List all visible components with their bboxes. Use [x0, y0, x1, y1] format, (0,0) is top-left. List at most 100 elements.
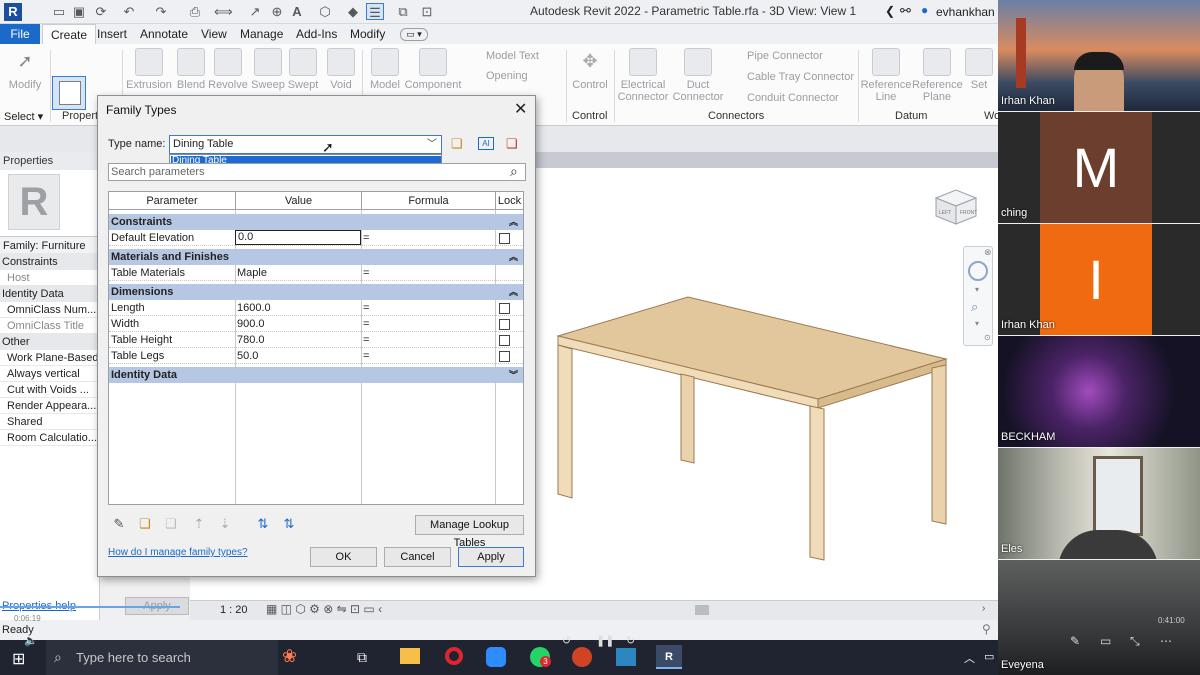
more-icon[interactable]: ⋯: [1160, 634, 1172, 648]
default-3d-icon[interactable]: ⬡: [316, 3, 334, 20]
param-value[interactable]: 780.0: [237, 332, 265, 348]
column-formula[interactable]: Formula: [361, 192, 495, 210]
dimension-icon[interactable]: ↗: [246, 3, 264, 20]
chevron-down-icon[interactable]: ▾: [975, 319, 979, 328]
control-button[interactable]: ✥ Control: [570, 48, 610, 91]
properties-button[interactable]: [52, 76, 86, 110]
zoom-app-icon[interactable]: [486, 647, 506, 667]
param-formula[interactable]: =: [363, 348, 369, 364]
captions-icon[interactable]: ▭: [1100, 634, 1111, 648]
blend-button[interactable]: Blend: [174, 48, 208, 91]
windows-start-icon[interactable]: ⊞: [12, 649, 25, 669]
chevron-down-icon[interactable]: ▾: [975, 285, 979, 294]
swept-blend-button[interactable]: Swept: [286, 48, 320, 91]
pen-icon[interactable]: ✎: [1070, 634, 1080, 648]
forward-icon[interactable]: ↻: [626, 634, 635, 647]
sweep-button[interactable]: Sweep: [250, 48, 286, 91]
help-link[interactable]: How do I manage family types?: [108, 547, 248, 558]
user-icon[interactable]: ●: [921, 3, 928, 17]
tray-chevron-up-icon[interactable]: ︿: [964, 650, 975, 666]
param-row[interactable]: Table Height 780.0 =: [109, 332, 523, 348]
sort-descending-icon[interactable]: ⇅: [280, 516, 298, 534]
column-parameter[interactable]: Parameter: [109, 192, 235, 210]
property-always-vertical[interactable]: Always vertical: [0, 366, 99, 382]
select-dropdown[interactable]: Select ▾: [4, 110, 43, 123]
lock-checkbox[interactable]: [499, 233, 510, 244]
lock-checkbox[interactable]: [499, 319, 510, 330]
property-host[interactable]: Host: [0, 270, 99, 286]
steering-wheel-icon[interactable]: [968, 261, 988, 281]
tab-insert[interactable]: Insert: [89, 24, 135, 44]
modify-button[interactable]: ➚ Modify: [4, 48, 46, 91]
property-omniclass-title[interactable]: OmniClass Title: [0, 318, 99, 334]
property-work-plane-based[interactable]: Work Plane-Based: [0, 350, 99, 366]
pause-icon[interactable]: ❚❚: [596, 634, 614, 647]
close-hidden-icon[interactable]: ⧉: [394, 3, 412, 20]
close-icon[interactable]: ✕: [514, 99, 527, 119]
participant-tile[interactable]: BECKHAM: [998, 336, 1200, 447]
network-icon[interactable]: ▭: [984, 650, 994, 663]
taskbar-search-input[interactable]: Type here to search: [46, 640, 278, 675]
opera-icon[interactable]: [445, 647, 463, 665]
tab-view[interactable]: View: [193, 24, 235, 44]
revit-taskbar-icon[interactable]: R: [656, 645, 682, 669]
ok-button[interactable]: OK: [310, 547, 377, 567]
section-icon[interactable]: ◆: [344, 3, 362, 20]
thin-lines-icon[interactable]: ☰: [366, 3, 384, 20]
task-view-icon[interactable]: ⧉: [357, 649, 367, 666]
scroll-right-icon[interactable]: ›: [982, 603, 985, 614]
collapse-icon[interactable]: ︽: [509, 249, 518, 265]
group-identity-data[interactable]: Identity Data: [0, 286, 99, 302]
participant-tile[interactable]: M ching: [998, 112, 1200, 223]
volume-icon[interactable]: 🔈: [24, 634, 38, 647]
opening-button[interactable]: Opening: [486, 70, 528, 82]
search-parameters-input[interactable]: Search parameters: [108, 163, 526, 181]
move-up-icon[interactable]: ⇡: [190, 516, 208, 534]
property-cut-with-voids[interactable]: Cut with Voids ...: [0, 382, 99, 398]
column-value[interactable]: Value: [235, 192, 361, 210]
binoculars-icon[interactable]: ⚯: [900, 3, 911, 19]
horizontal-scrollbar-thumb[interactable]: [695, 605, 709, 615]
void-forms-button[interactable]: Void: [326, 48, 356, 91]
conduit-connector-button[interactable]: Conduit Connector: [747, 92, 839, 104]
tab-annotate[interactable]: Annotate: [132, 24, 196, 44]
pipe-connector-button[interactable]: Pipe Connector: [747, 50, 823, 62]
photos-icon[interactable]: [616, 648, 636, 666]
lock-checkbox[interactable]: [499, 335, 510, 346]
delete-parameter-icon[interactable]: ❏: [162, 516, 180, 534]
pin-icon[interactable]: ❮: [885, 4, 895, 18]
detail-level-icon[interactable]: ▦ ◫ ⬡ ⚙ ⊗ ⇋ ⊡ ▭ ‹: [266, 602, 382, 616]
param-formula[interactable]: =: [363, 300, 369, 316]
undo-icon[interactable]: ↶: [120, 3, 138, 20]
model-text-button[interactable]: Model Text: [486, 50, 539, 62]
section-materials[interactable]: Materials and Finishes ︽: [109, 249, 523, 265]
param-row[interactable]: Length 1600.0 =: [109, 300, 523, 316]
zoom-icon[interactable]: ⌕: [971, 299, 978, 315]
collapse-icon[interactable]: ︽: [509, 284, 518, 300]
settings-icon[interactable]: ⊙: [984, 333, 991, 342]
param-row[interactable]: Width 900.0 =: [109, 316, 523, 332]
param-row[interactable]: Table Legs 50.0 =: [109, 348, 523, 364]
manage-lookup-tables-button[interactable]: Manage Lookup Tables: [415, 515, 524, 549]
new-parameter-icon[interactable]: ❏: [136, 516, 154, 534]
new-type-icon[interactable]: ❏: [451, 136, 463, 152]
cancel-button[interactable]: Cancel: [384, 547, 451, 567]
param-formula[interactable]: =: [363, 265, 369, 281]
participant-tile[interactable]: Eveyena 0:41:00 ✎ ▭ ⤡ ⋯: [998, 560, 1200, 675]
view-scale[interactable]: 1 : 20: [220, 604, 248, 616]
param-formula[interactable]: =: [363, 230, 369, 246]
rename-type-icon[interactable]: AI: [478, 137, 494, 150]
text-icon[interactable]: A: [288, 3, 306, 20]
reference-line-button[interactable]: Reference Line: [860, 48, 912, 103]
lock-checkbox[interactable]: [499, 351, 510, 362]
property-render-appearance[interactable]: Render Appeara...: [0, 398, 99, 414]
param-value-input[interactable]: 0.0: [235, 230, 361, 245]
param-value[interactable]: Maple: [237, 265, 267, 281]
ribbon-options-icon[interactable]: ▭ ▾: [400, 28, 428, 41]
revit-logo-icon[interactable]: R: [4, 3, 22, 21]
edit-parameter-icon[interactable]: ✎: [110, 516, 128, 534]
tab-file[interactable]: File: [0, 24, 40, 44]
section-constraints[interactable]: Constraints ︽: [109, 214, 523, 230]
tag-icon[interactable]: ⊕: [268, 3, 286, 20]
filter-icon[interactable]: ⚲: [982, 622, 991, 636]
